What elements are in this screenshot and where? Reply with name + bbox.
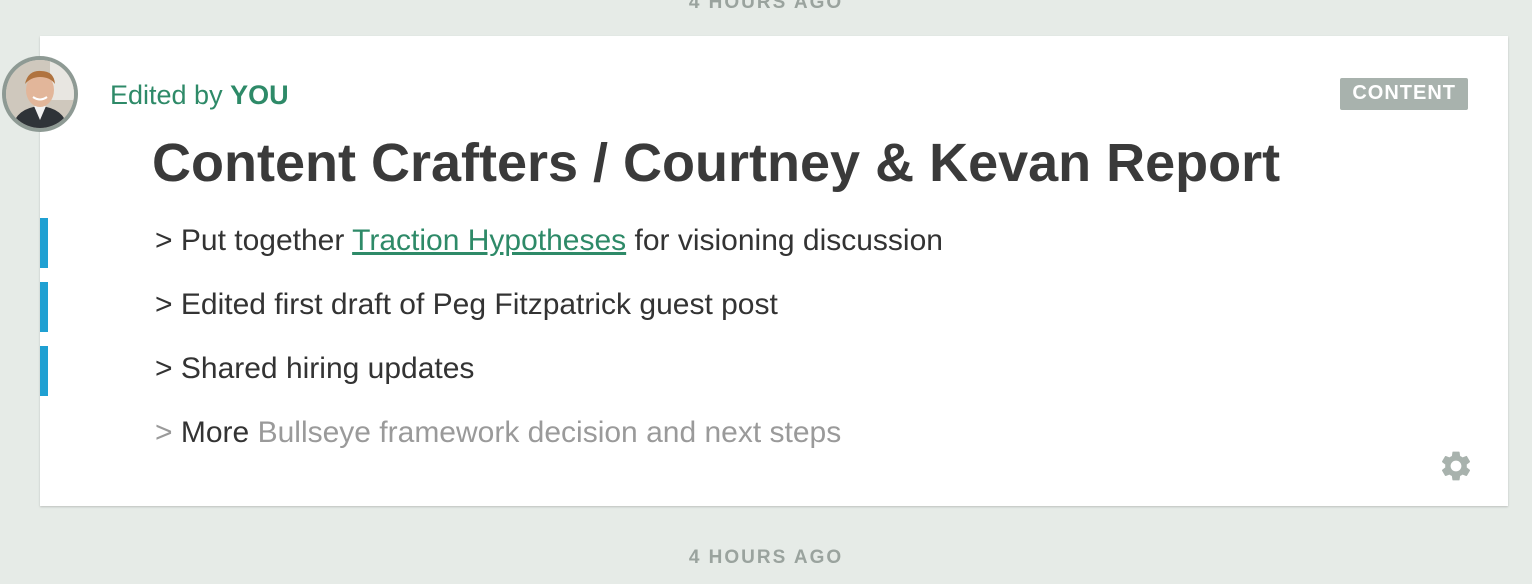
timestamp-bottom: 4 HOURS AGO xyxy=(688,547,844,568)
category-tag[interactable]: CONTENT xyxy=(1340,78,1468,110)
item-arrow: > xyxy=(155,288,173,321)
item-indicator-bar xyxy=(40,346,48,396)
list-item-text: > Put together Traction Hypotheses for v… xyxy=(155,224,943,258)
list-item: > Shared hiring updates xyxy=(40,346,1140,396)
avatar[interactable] xyxy=(2,56,78,132)
item-text: Shared hiring updates xyxy=(180,352,475,385)
more-item[interactable]: > More Bullseye framework decision and n… xyxy=(40,410,1140,460)
edited-by-line: Edited by YOU xyxy=(110,80,289,111)
activity-card: Edited by YOU CONTENT Content Crafters /… xyxy=(40,36,1508,506)
item-arrow: > xyxy=(155,224,173,257)
gear-icon[interactable] xyxy=(1438,448,1474,484)
edited-by-label: Edited by xyxy=(110,80,223,110)
item-text-after: for visioning discussion xyxy=(634,224,943,257)
report-title: Content Crafters / Courtney & Kevan Repo… xyxy=(152,133,1281,193)
item-text: Edited first draft of Peg Fitzpatrick gu… xyxy=(180,288,778,321)
item-indicator-bar xyxy=(40,218,48,268)
traction-hypotheses-link[interactable]: Traction Hypotheses xyxy=(352,224,626,257)
item-arrow: > xyxy=(155,352,173,385)
list-item-text: > Shared hiring updates xyxy=(155,352,474,386)
more-item-text[interactable]: > More Bullseye framework decision and n… xyxy=(155,416,841,450)
more-label[interactable]: More xyxy=(181,416,249,449)
avatar-photo xyxy=(6,60,74,128)
list-item: > Put together Traction Hypotheses for v… xyxy=(40,218,1140,268)
item-text-before: Put together xyxy=(180,224,345,257)
timestamp-top: 4 HOURS AGO xyxy=(688,0,844,13)
editor-name[interactable]: YOU xyxy=(230,80,289,110)
list-item: > Edited first draft of Peg Fitzpatrick … xyxy=(40,282,1140,332)
list-item-text: > Edited first draft of Peg Fitzpatrick … xyxy=(155,288,778,322)
item-indicator-bar xyxy=(40,282,48,332)
more-description[interactable]: Bullseye framework decision and next ste… xyxy=(258,416,842,449)
item-arrow: > xyxy=(155,416,173,449)
